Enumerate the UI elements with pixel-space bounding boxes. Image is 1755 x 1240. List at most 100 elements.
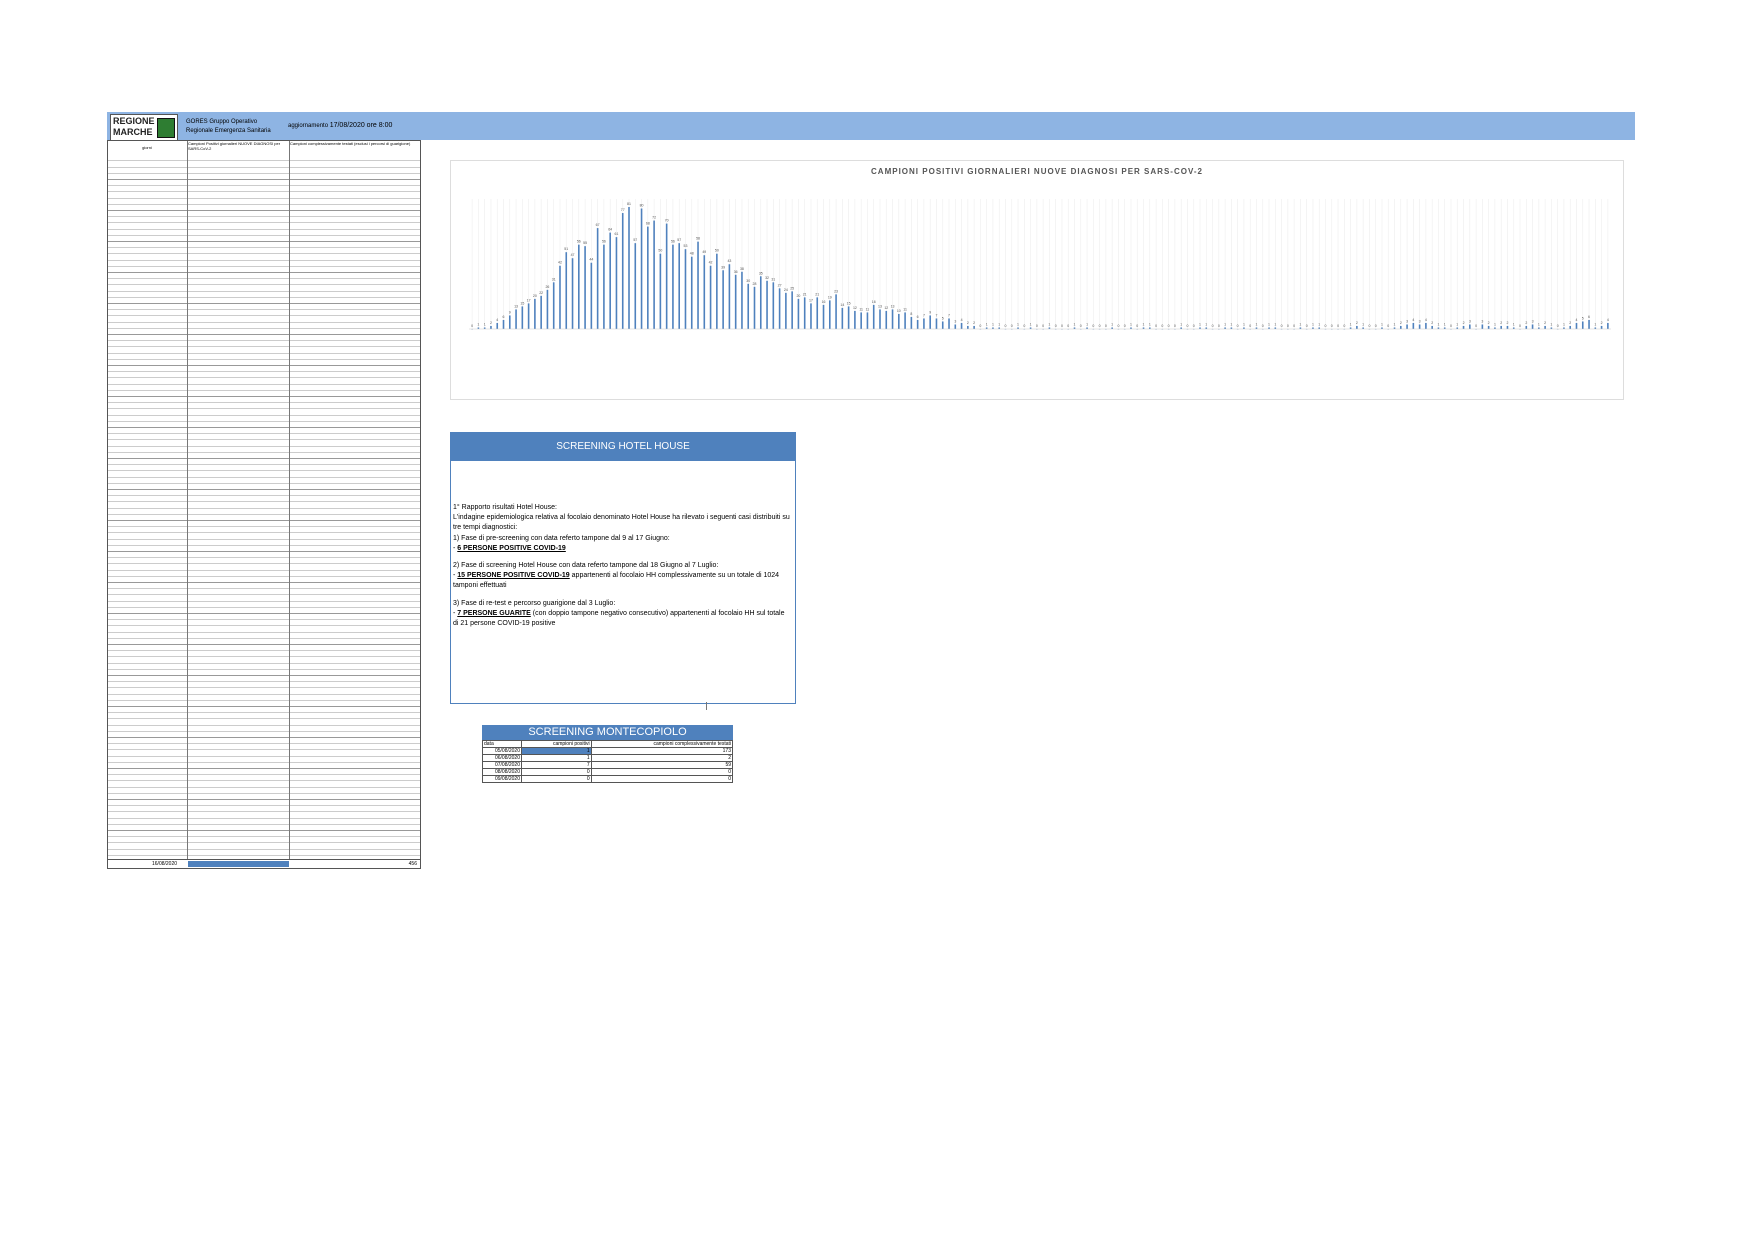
chart-data-label: 1 [1513, 322, 1515, 326]
chart-data-label: 1 [1268, 322, 1270, 326]
phase-2-title: 2) Fase di screening Hotel House con dat… [453, 562, 719, 570]
chart-bar [1406, 324, 1408, 329]
chart-bar [1544, 325, 1546, 329]
chart-data-label: 0 [1557, 324, 1559, 328]
daily-positives-chart: CAMPIONI POSITIVI GIORNALIERI NUOVE DIAG… [450, 160, 1624, 400]
chart-bar [923, 318, 925, 329]
chart-data-label: 0 [1450, 324, 1452, 328]
chart-bar [929, 315, 931, 329]
chart-data-label: 0 [1161, 324, 1163, 328]
chart-data-label: 0 [1287, 324, 1289, 328]
chart-data-label: 38 [740, 267, 744, 271]
chart-data-label: 15 [520, 301, 524, 305]
chart-bar [634, 243, 637, 329]
chart-data-label: 28 [753, 282, 757, 286]
chart-data-label: 0 [1092, 324, 1094, 328]
chart-data-label: 36 [734, 270, 738, 274]
chart-data-label: 27 [778, 283, 782, 287]
chart-bar [1487, 325, 1490, 329]
chart-plot: 0 1 1 24691315172022263142514756 55446756646… [469, 199, 1611, 330]
chart-data-label: 25 [790, 286, 794, 290]
chart-data-label: 3 [1532, 319, 1534, 323]
chart-bar [1500, 325, 1502, 329]
column-divider [187, 141, 188, 868]
chart-bar [609, 232, 611, 329]
chart-data-label: 6 [917, 315, 919, 319]
chart-data-label: 2 [1544, 321, 1546, 325]
chart-bar [640, 208, 643, 329]
chart-bar [898, 313, 900, 329]
col-data: data [482, 740, 522, 748]
chart-bar [1581, 321, 1584, 329]
chart-bar [615, 237, 618, 329]
chart-data-label: 39 [721, 265, 725, 269]
chart-data-label: 23 [834, 289, 838, 293]
chart-bar [1431, 325, 1433, 329]
chart-data-label: 0 [1174, 324, 1176, 328]
chart-data-label: 11 [866, 307, 870, 311]
chart-data-label: 80 [640, 204, 644, 208]
chart-data-label: 0 [979, 324, 981, 328]
chart-data-label: 57 [677, 238, 681, 242]
chart-data-label: 0 [471, 324, 473, 328]
chart-bar [590, 262, 593, 329]
chart-bar [841, 307, 844, 329]
chart-data-label: 15 [847, 301, 851, 305]
chart-data-label: 0 [1343, 324, 1345, 328]
chart-data-label: 1 [477, 322, 479, 326]
chart-data-label: 1 [1350, 322, 1352, 326]
chart-data-label: 1 [1538, 322, 1540, 326]
chart-data-label: 0 [1262, 324, 1264, 328]
chart-data-label: 0 [1011, 324, 1013, 328]
chart-data-label: 30 [746, 279, 750, 283]
chart-data-label: 10 [897, 309, 901, 313]
row-positivi: 1 [521, 747, 592, 755]
chart-data-label: 26 [545, 285, 549, 289]
chart-bar [1600, 325, 1603, 329]
hotel-house-title: SCREENING HOTEL HOUSE [451, 433, 795, 461]
chart-data-label: 2 [1525, 321, 1527, 325]
table-row: 08/08/2020 0 0 [482, 768, 734, 776]
chart-data-label: 50 [715, 249, 719, 253]
chart-bar [866, 312, 869, 329]
chart-data-label: 1 [1243, 322, 1245, 326]
chart-bar [766, 280, 768, 329]
organization-name: GORES Gruppo Operativo Regionale Emergen… [186, 119, 271, 134]
chart-data-label: 9 [509, 310, 511, 314]
chart-data-label: 68 [646, 222, 650, 226]
chart-data-label: 56 [577, 240, 581, 244]
chart-data-label: 81 [627, 202, 631, 206]
chart-data-label: 3 [1469, 319, 1471, 323]
chart-data-label: 67 [596, 223, 600, 227]
chart-bar [1531, 324, 1534, 329]
logo-text: REGIONE MARCHE [113, 116, 155, 137]
chart-bar [703, 255, 706, 329]
chart-bar [552, 282, 555, 329]
chart-data-label: 1 [1444, 322, 1446, 326]
chart-bar [885, 310, 888, 329]
row-testati: 0 [590, 775, 734, 783]
logo-mark [157, 118, 175, 138]
chart-bar [665, 223, 668, 329]
daily-samples-table: giorni Campioni Positivi giornalieri NUO… [107, 140, 421, 869]
chart-data-label: 0 [1325, 324, 1327, 328]
chart-data-label: 0 [1168, 324, 1170, 328]
chart-bar [816, 297, 819, 329]
chart-data-label: 44 [589, 258, 593, 262]
chart-bar [741, 271, 743, 329]
chart-data-label: 56 [671, 240, 675, 244]
chart-bar [515, 309, 517, 329]
chart-bar [847, 306, 850, 329]
chart-data-label: 1 [484, 322, 486, 326]
chart-data-label: 53 [684, 244, 688, 248]
chart-bar [734, 274, 737, 329]
chart-data-label: 20 [533, 294, 537, 298]
chart-bar [759, 276, 762, 329]
chart-data-label: 1 [1030, 322, 1032, 326]
chart-bar [571, 258, 574, 329]
chart-data-label: 42 [558, 261, 562, 265]
chart-data-label: 1 [1494, 322, 1496, 326]
chart-data-label: 1 [1199, 322, 1201, 326]
chart-data-label: 3 [954, 319, 956, 323]
chart-data-label: 22 [539, 291, 543, 295]
